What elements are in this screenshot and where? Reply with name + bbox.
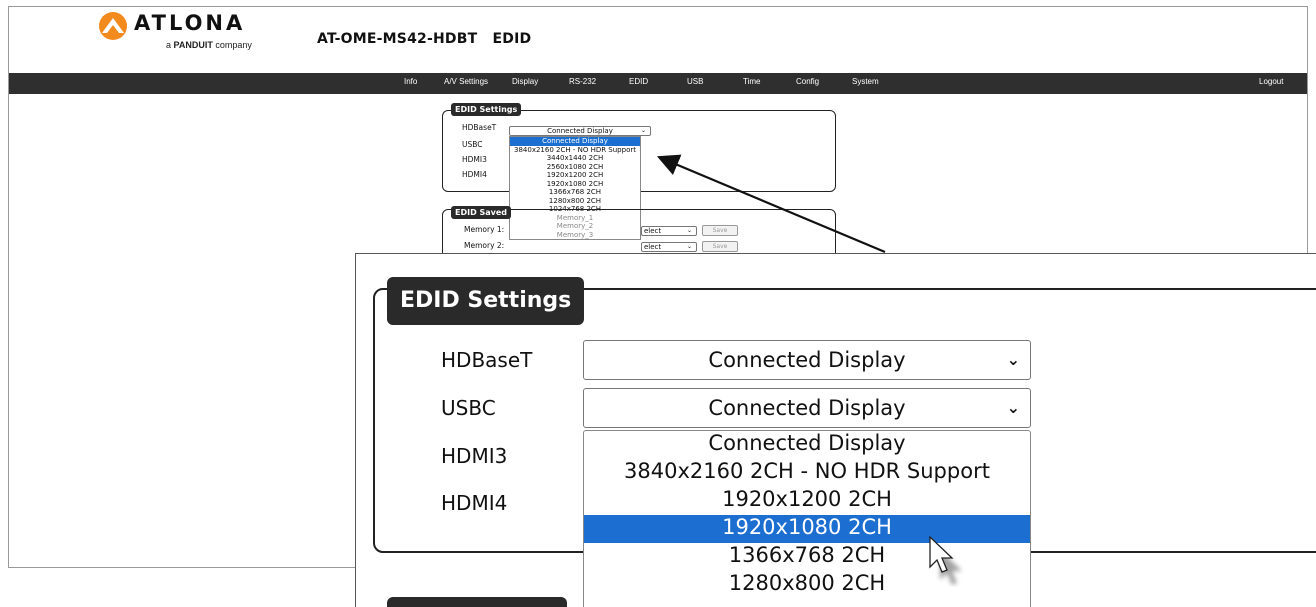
dropdown-option[interactable]: Connected Display — [510, 137, 640, 146]
zoom-hdmi3-label: HDMI3 — [441, 444, 508, 468]
nav-av-settings[interactable]: A/V Settings — [444, 77, 488, 86]
nav-logout[interactable]: Logout — [1259, 77, 1283, 86]
nav-display[interactable]: Display — [512, 77, 538, 86]
zoom-edid-saved-legend — [387, 597, 567, 607]
memory1-select[interactable]: elect ⌄ — [641, 226, 697, 236]
dropdown-option[interactable]: 2560x1080 2CH — [510, 163, 640, 172]
chevron-down-icon: ⌄ — [640, 127, 646, 134]
memory1-label: Memory 1: — [464, 225, 505, 234]
edid-settings-legend: EDID Settings — [451, 103, 522, 116]
chevron-down-icon: ⌄ — [1006, 350, 1020, 369]
mouse-pointer-icon — [929, 535, 962, 585]
zoom-hdmi4-label: HDMI4 — [441, 491, 508, 515]
nav-info[interactable]: Info — [404, 77, 417, 86]
chevron-down-icon: ⌄ — [686, 227, 692, 234]
chevron-down-icon: ⌄ — [686, 243, 692, 250]
zoom-hdbaset-label: HDBaseT — [441, 348, 533, 372]
nav-usb[interactable]: USB — [687, 77, 703, 86]
dropdown-option[interactable]: 3840x2160 2CH - NO HDR Support — [584, 459, 1030, 487]
memory2-label: Memory 2: — [464, 241, 505, 250]
nav-rs232[interactable]: RS-232 — [569, 77, 596, 86]
zoom-hdbaset-select[interactable]: Connected Display ⌄ — [583, 340, 1031, 380]
dropdown-option[interactable]: 1920x1200 2CH — [584, 487, 1030, 515]
nav-edid[interactable]: EDID — [629, 77, 648, 86]
dropdown-option[interactable]: 3440x1440 2CH — [510, 154, 640, 163]
hdmi3-label: HDMI3 — [462, 155, 487, 164]
atlona-mark-icon — [99, 12, 127, 40]
chevron-down-icon: ⌄ — [1006, 398, 1020, 417]
dropdown-option[interactable]: 1920x1200 2CH — [510, 171, 640, 180]
dropdown-option[interactable]: 1366x768 2CH — [510, 188, 640, 197]
dropdown-option[interactable]: 3840x2160 2CH - NO HDR Support — [510, 146, 640, 155]
zoom-callout: EDID Settings HDBaseT USBC HDMI3 HDMI4 C… — [355, 253, 1316, 607]
usbc-label: USBC — [462, 140, 483, 149]
top-navbar: Info A/V Settings Display RS-232 EDID US… — [9, 73, 1307, 94]
logo-wordmark: ATLONA — [134, 11, 246, 35]
atlona-logo: ATLONA a PANDUIT company — [96, 11, 266, 55]
page-title: AT-OME-MS42-HDBT EDID — [317, 31, 532, 47]
dropdown-option[interactable]: Connected Display — [584, 431, 1030, 459]
dropdown-option[interactable]: 1280x800 2CH — [510, 197, 640, 206]
hdbaset-select[interactable]: Connected Display ⌄ — [509, 126, 651, 136]
memory1-save-button[interactable]: Save — [702, 225, 738, 236]
memory2-select[interactable]: elect ⌄ — [641, 242, 697, 252]
zoom-usbc-select[interactable]: Connected Display ⌄ — [583, 388, 1031, 428]
nav-config[interactable]: Config — [796, 77, 819, 86]
edid-saved-legend: EDID Saved — [451, 206, 512, 219]
zoom-edid-settings-legend: EDID Settings — [387, 277, 585, 325]
nav-system[interactable]: System — [852, 77, 879, 86]
dropdown-option[interactable]: 1920x1080 2CH — [510, 180, 640, 189]
hdmi4-label: HDMI4 — [462, 170, 487, 179]
hdbaset-label: HDBaseT — [462, 123, 497, 132]
nav-time[interactable]: Time — [743, 77, 760, 86]
zoom-usbc-label: USBC — [441, 396, 496, 420]
logo-tagline: a PANDUIT company — [166, 40, 252, 50]
memory2-save-button[interactable]: Save — [702, 241, 738, 252]
